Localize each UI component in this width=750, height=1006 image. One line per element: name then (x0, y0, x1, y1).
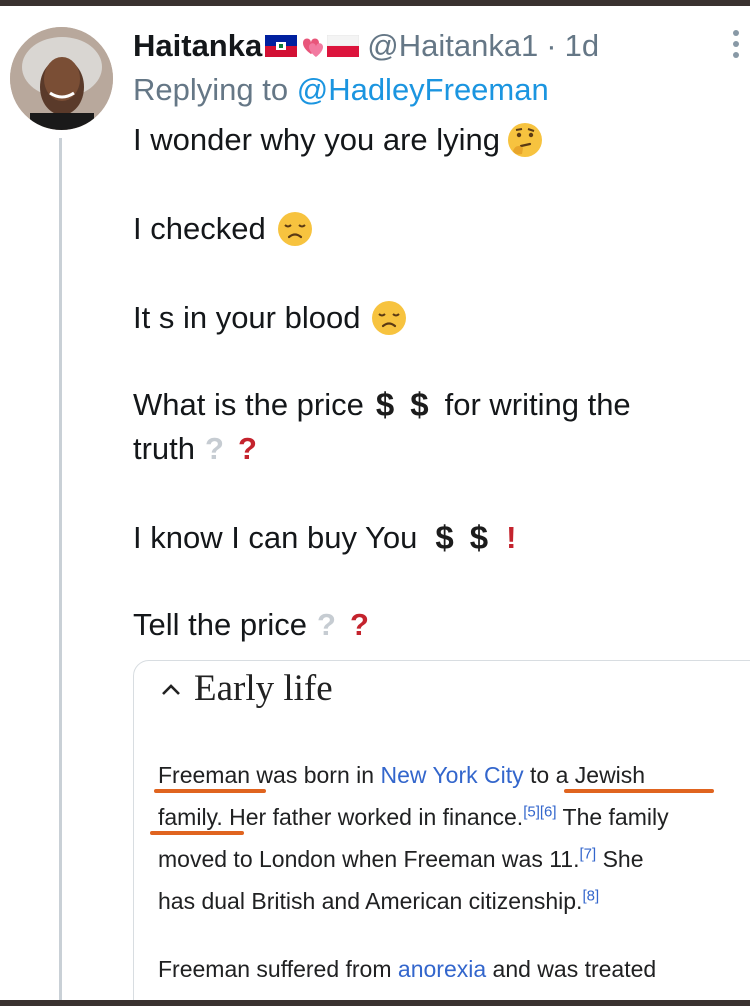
tweet-text: for writing the (444, 387, 631, 422)
wiki-line-5: Freeman suffered from anorexia and was t… (158, 956, 656, 983)
disappointed-face-icon (277, 212, 312, 246)
red-question-mark-icon: ? (349, 607, 369, 642)
tweet-text: Tell the price (133, 607, 308, 642)
timestamp[interactable]: 1d (565, 28, 599, 64)
wiki-link-new-york-city[interactable]: New York City (380, 762, 523, 788)
wiki-line-1: Freeman was born in New York City to a J… (158, 762, 645, 789)
annotation-underline (150, 831, 244, 835)
wiki-text: Freeman suffered from (158, 956, 398, 982)
avatar-image (10, 27, 113, 130)
wiki-text: Jewish (574, 762, 646, 788)
wiki-line-2: family. Her father worked in finance.[5]… (158, 804, 669, 831)
reply-prefix: Replying to (133, 72, 289, 107)
thinking-face-icon (508, 123, 543, 157)
citation-link[interactable]: [5][6] (523, 803, 556, 820)
tweet-line-5: truth ? ? (133, 431, 257, 467)
section-header: Early life (160, 667, 333, 710)
wiki-text: and was treated (486, 956, 657, 982)
display-name[interactable]: Haitanka (133, 28, 262, 64)
citation-link[interactable]: [7] (580, 845, 597, 862)
dollar-sign-icon: $ (375, 386, 395, 423)
tweet-line-2: I checked (133, 210, 314, 248)
heart-ribbon-icon (303, 38, 324, 57)
white-question-mark-icon: ? (317, 607, 336, 642)
wiki-text: Freeman (158, 762, 251, 788)
disappointed-face-icon (372, 301, 407, 335)
bottom-edge (0, 1000, 750, 1006)
wiki-text: family (158, 804, 217, 830)
white-question-mark-icon: ? (205, 431, 224, 466)
top-edge (0, 0, 750, 6)
thread-line (59, 138, 62, 1006)
red-question-mark-icon: ? (237, 431, 257, 466)
wiki-text: moved to London when Freeman was 11. (158, 846, 580, 872)
section-title: Early life (194, 668, 333, 709)
wiki-text: The family (556, 804, 669, 830)
wiki-text: was born in (250, 762, 381, 788)
attached-image[interactable]: Early life Freeman was born in New York … (133, 660, 750, 1006)
tweet-text: truth (133, 431, 196, 466)
haiti-flag-icon (265, 35, 298, 57)
poland-flag-icon (327, 35, 360, 57)
tweet-text: What is the price (133, 387, 364, 422)
wiki-text: She (596, 846, 644, 872)
tweet-line-6: I know I can buy You $ $ ! (133, 519, 516, 557)
reply-context: Replying to @HadleyFreeman (133, 72, 549, 108)
wiki-link-anorexia[interactable]: anorexia (398, 956, 486, 982)
tweet-text: It s in your blood (133, 300, 361, 335)
wiki-text: to a (523, 762, 575, 788)
dollar-sign-icon: $ (469, 519, 489, 556)
chevron-up-icon[interactable] (160, 681, 182, 697)
tweet-header: Haitanka @Haitanka1 · 1d (133, 26, 599, 66)
citation-link[interactable]: [8] (582, 887, 599, 904)
red-exclamation-icon: ! (506, 520, 517, 555)
avatar[interactable] (10, 27, 113, 130)
wiki-text: has dual British and American citizenshi… (158, 888, 583, 914)
dollar-sign-icon: $ (410, 386, 429, 423)
wiki-line-4: has dual British and American citizenshi… (158, 888, 599, 915)
dollar-sign-icon: $ (435, 519, 454, 556)
tweet-text: I checked (133, 211, 266, 246)
tweet-text: I know I can buy You (133, 520, 418, 555)
reply-to-link[interactable]: @HadleyFreeman (297, 72, 549, 107)
annotation-underline (564, 789, 714, 793)
annotation-underline (154, 789, 266, 793)
flag-emojis (265, 31, 360, 61)
user-handle[interactable]: @Haitanka1 (367, 28, 538, 64)
tweet-line-3: It s in your blood (133, 299, 408, 337)
tweet-text: I wonder why you are lying (133, 122, 501, 157)
wiki-text: . Her father worked in finance. (216, 804, 524, 830)
tweet-line-7: Tell the price ? ? (133, 607, 369, 643)
separator: · (546, 28, 557, 63)
tweet-line-1: I wonder why you are lying (133, 121, 544, 159)
more-options-icon[interactable] (733, 30, 739, 58)
wiki-line-3: moved to London when Freeman was 11.[7] … (158, 846, 644, 873)
tweet-line-4: What is the price $ $ for writing the (133, 386, 631, 424)
